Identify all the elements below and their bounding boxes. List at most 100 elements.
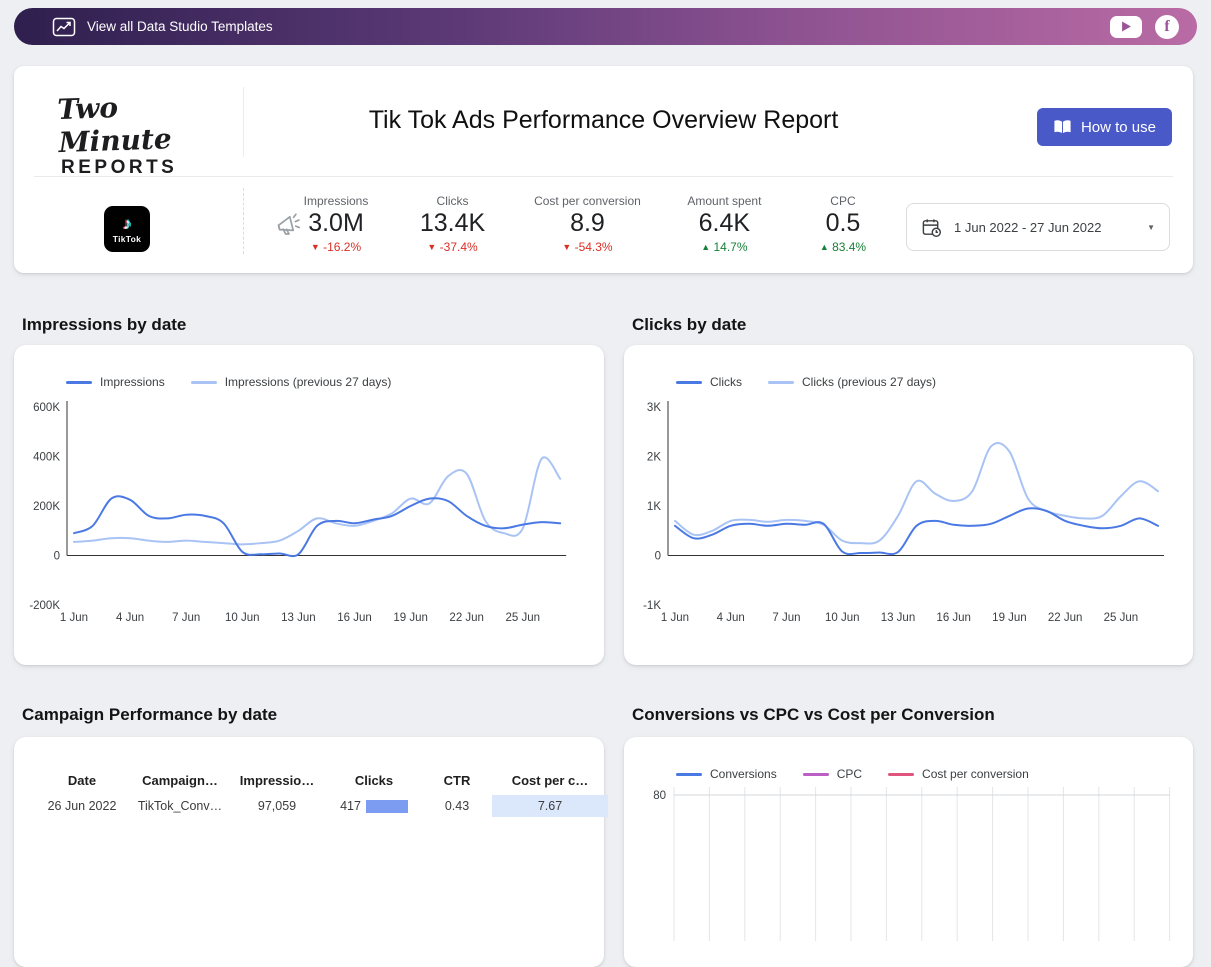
column-header-date[interactable]: Date: [32, 773, 132, 788]
svg-text:10 Jun: 10 Jun: [825, 612, 860, 624]
two-minute-reports-logo: Two Minute REPORTS: [58, 90, 238, 179]
delta-arrow-icon: ▲: [820, 242, 829, 252]
report-header-card: Two Minute REPORTS Tik Tok Ads Performan…: [14, 66, 1193, 273]
kpi-value: 3.0M: [301, 209, 371, 238]
svg-text:0: 0: [655, 551, 661, 563]
logo-script-text: Two Minute: [57, 87, 239, 159]
svg-text:1 Jun: 1 Jun: [661, 612, 689, 624]
svg-text:80: 80: [653, 790, 666, 802]
legend-swatch: [768, 381, 794, 384]
kpi-delta: ▲ 83.4%: [808, 240, 878, 254]
conversions-chart-card: ConversionsCPCCost per conversion 80: [624, 737, 1193, 967]
svg-text:0: 0: [54, 551, 60, 563]
table-cell: 417: [326, 795, 422, 817]
kpi-impressions: Impressions3.0M▼ -16.2%: [301, 194, 371, 254]
table-row: 26 Jun 2022TikTok_Conv…97,0594170.437.67: [14, 793, 604, 819]
svg-text:2K: 2K: [647, 452, 661, 464]
legend-item-impressions-previous-27-days: Impressions (previous 27 days): [191, 375, 392, 389]
clicks-value: 417: [340, 795, 361, 817]
page-title: Tik Tok Ads Performance Overview Report: [264, 106, 943, 135]
svg-text:13 Jun: 13 Jun: [281, 612, 316, 624]
banner-social-icons: f: [1110, 15, 1179, 39]
facebook-icon[interactable]: f: [1155, 15, 1179, 39]
campaign-table: DateCampaign…Impressio…ClicksCTRCost per…: [14, 767, 604, 819]
impressions-chart-card: Impressions Impressions (previous 27 days…: [14, 345, 604, 665]
youtube-icon[interactable]: [1110, 16, 1142, 38]
column-header-ctr[interactable]: CTR: [422, 773, 492, 788]
delta-arrow-icon: ▼: [311, 242, 320, 252]
impressions-section-title: Impressions by date: [22, 315, 186, 335]
chevron-down-icon: ▼: [1147, 223, 1155, 232]
svg-text:19 Jun: 19 Jun: [393, 612, 428, 624]
svg-text:400K: 400K: [33, 452, 60, 464]
legend-swatch: [676, 381, 702, 384]
banner-link[interactable]: View all Data Studio Templates: [87, 19, 273, 34]
tiktok-logo: ♪ TikTok: [104, 206, 150, 252]
campaign-table-header: DateCampaign…Impressio…ClicksCTRCost per…: [14, 767, 604, 793]
clicks-section-title: Clicks by date: [632, 315, 746, 335]
svg-text:16 Jun: 16 Jun: [936, 612, 971, 624]
kpi-value: 6.4K: [687, 209, 761, 238]
column-header-cost-per-c[interactable]: Cost per c…: [492, 773, 608, 788]
tiktok-wordmark: TikTok: [113, 234, 141, 244]
delta-arrow-icon: ▲: [701, 242, 710, 252]
table-cell: 26 Jun 2022: [32, 795, 132, 817]
calendar-icon: [921, 217, 942, 238]
templates-banner[interactable]: View all Data Studio Templates f: [14, 8, 1197, 45]
svg-text:22 Jun: 22 Jun: [449, 612, 484, 624]
kpi-cpc: CPC0.5 ▲ 83.4%: [808, 194, 878, 254]
kpi-label: Amount spent: [687, 194, 761, 208]
svg-text:10 Jun: 10 Jun: [225, 612, 260, 624]
svg-text:25 Jun: 25 Jun: [506, 612, 541, 624]
svg-text:3K: 3K: [647, 402, 661, 414]
header-dashed-divider: [243, 188, 244, 254]
impressions-plot: 600K400K200K0-200K1 Jun4 Jun7 Jun10 Jun1…: [14, 395, 604, 640]
how-to-use-label: How to use: [1081, 119, 1156, 136]
legend-swatch: [66, 381, 92, 384]
campaign-section-title: Campaign Performance by date: [22, 705, 277, 725]
legend-item-clicks: Clicks: [676, 375, 742, 389]
svg-text:-1K: -1K: [643, 600, 661, 612]
header-vertical-divider: [243, 87, 244, 157]
clicks-svg: 3K2K1K0-1K1 Jun4 Jun7 Jun10 Jun13 Jun16 …: [624, 395, 1193, 635]
column-header-impressio[interactable]: Impressio…: [228, 773, 326, 788]
book-icon: [1053, 119, 1072, 135]
how-to-use-button[interactable]: How to use: [1037, 108, 1172, 146]
table-cell: 7.67: [492, 795, 608, 817]
svg-text:22 Jun: 22 Jun: [1048, 612, 1083, 624]
campaign-table-card: DateCampaign…Impressio…ClicksCTRCost per…: [14, 737, 604, 967]
delta-arrow-icon: ▼: [427, 242, 436, 252]
kpi-amount-spent: Amount spent6.4K▲ 14.7%: [687, 194, 761, 254]
template-chart-icon: [52, 17, 76, 37]
conversions-section-title: Conversions vs CPC vs Cost per Conversio…: [632, 705, 995, 725]
kpi-value: 0.5: [808, 209, 878, 238]
kpi-delta: ▼ -54.3%: [534, 240, 641, 254]
kpi-clicks: Clicks13.4K▼ -37.4%: [418, 194, 488, 254]
kpi-label: Cost per conversion: [534, 194, 641, 208]
delta-arrow-icon: ▼: [562, 242, 571, 252]
svg-text:13 Jun: 13 Jun: [881, 612, 916, 624]
svg-text:-200K: -200K: [29, 600, 60, 612]
svg-text:7 Jun: 7 Jun: [772, 612, 800, 624]
kpi-label: CPC: [808, 194, 878, 208]
kpi-delta: ▼ -37.4%: [418, 240, 488, 254]
svg-text:4 Jun: 4 Jun: [717, 612, 745, 624]
kpi-scorecards: Impressions3.0M▼ -16.2%Clicks13.4K▼ -37.…: [301, 194, 878, 254]
table-cell: TikTok_Conv…: [132, 795, 228, 817]
column-header-clicks[interactable]: Clicks: [326, 773, 422, 788]
kpi-cost-per-conversion: Cost per conversion8.9▼ -54.3%: [534, 194, 641, 254]
impressions-svg: 600K400K200K0-200K1 Jun4 Jun7 Jun10 Jun1…: [14, 395, 604, 635]
date-range-picker[interactable]: 1 Jun 2022 - 27 Jun 2022 ▼: [906, 203, 1170, 251]
column-header-campaign[interactable]: Campaign…: [132, 773, 228, 788]
svg-text:1 Jun: 1 Jun: [60, 612, 88, 624]
svg-text:16 Jun: 16 Jun: [337, 612, 372, 624]
legend-swatch: [191, 381, 217, 384]
impressions-legend: Impressions Impressions (previous 27 days…: [66, 375, 391, 389]
legend-label: Impressions: [100, 375, 165, 389]
date-range-value: 1 Jun 2022 - 27 Jun 2022: [954, 220, 1101, 235]
svg-text:19 Jun: 19 Jun: [992, 612, 1027, 624]
campaign-table-body: 26 Jun 2022TikTok_Conv…97,0594170.437.67: [14, 793, 604, 819]
legend-item-clicks-previous-27-days: Clicks (previous 27 days): [768, 375, 936, 389]
kpi-delta: ▼ -16.2%: [301, 240, 371, 254]
svg-text:600K: 600K: [33, 402, 60, 414]
